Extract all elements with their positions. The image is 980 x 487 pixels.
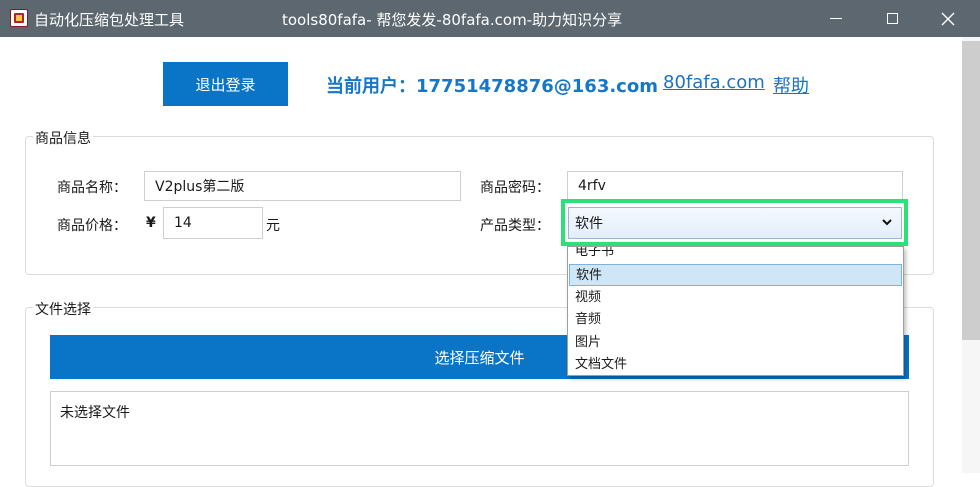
- product-price-label: 商品价格：: [57, 218, 127, 234]
- currency-symbol: ¥: [146, 215, 156, 231]
- dropdown-option[interactable]: 文档文件: [569, 354, 902, 375]
- dropdown-option[interactable]: 视频: [569, 287, 902, 309]
- minimize-button[interactable]: [813, 0, 859, 37]
- close-icon: [941, 12, 955, 25]
- maximize-button[interactable]: [869, 0, 915, 37]
- app-icon: [10, 9, 28, 27]
- help-link[interactable]: 帮助: [773, 72, 809, 98]
- current-user-label: 当前用户：17751478876@163.com: [326, 76, 658, 97]
- title-bar: 自动化压缩包处理工具 tools80fafa- 帮您发发-80fafa.com-…: [0, 0, 980, 37]
- file-select-legend: 文件选择: [33, 299, 93, 319]
- product-name-label: 商品名称：: [57, 180, 127, 196]
- file-status-area: 未选择文件: [50, 391, 909, 466]
- product-password-label: 商品密码：: [480, 180, 550, 196]
- maximize-icon: [886, 13, 898, 24]
- app-title: 自动化压缩包处理工具: [34, 11, 185, 29]
- scrollbar-thumb[interactable]: [962, 41, 980, 340]
- dropdown-option[interactable]: 电子书: [569, 247, 902, 263]
- product-name-input[interactable]: V2plus第二版: [144, 171, 461, 201]
- product-price-input[interactable]: 14: [163, 207, 263, 239]
- dropdown-option[interactable]: 音频: [569, 309, 902, 331]
- file-status-text: 未选择文件: [60, 405, 130, 421]
- close-button[interactable]: [925, 0, 971, 37]
- logout-button[interactable]: 退出登录: [163, 62, 288, 106]
- minimize-icon: [830, 18, 842, 19]
- product-password-input[interactable]: 4rfv: [567, 171, 903, 201]
- product-info-legend: 商品信息: [33, 128, 93, 148]
- highlight-frame: [561, 199, 908, 246]
- site-link[interactable]: 80fafa.com: [663, 72, 765, 93]
- window-subtitle: tools80fafa- 帮您发发-80fafa.com-助力知识分享: [282, 11, 623, 29]
- dropdown-option-selected[interactable]: 软件: [569, 264, 902, 286]
- product-type-dropdown: 电子书 软件 视频 音频 图片 文档文件: [567, 246, 904, 376]
- product-type-label: 产品类型：: [480, 218, 550, 234]
- dropdown-option[interactable]: 图片: [569, 332, 902, 354]
- price-unit-label: 元: [266, 218, 280, 234]
